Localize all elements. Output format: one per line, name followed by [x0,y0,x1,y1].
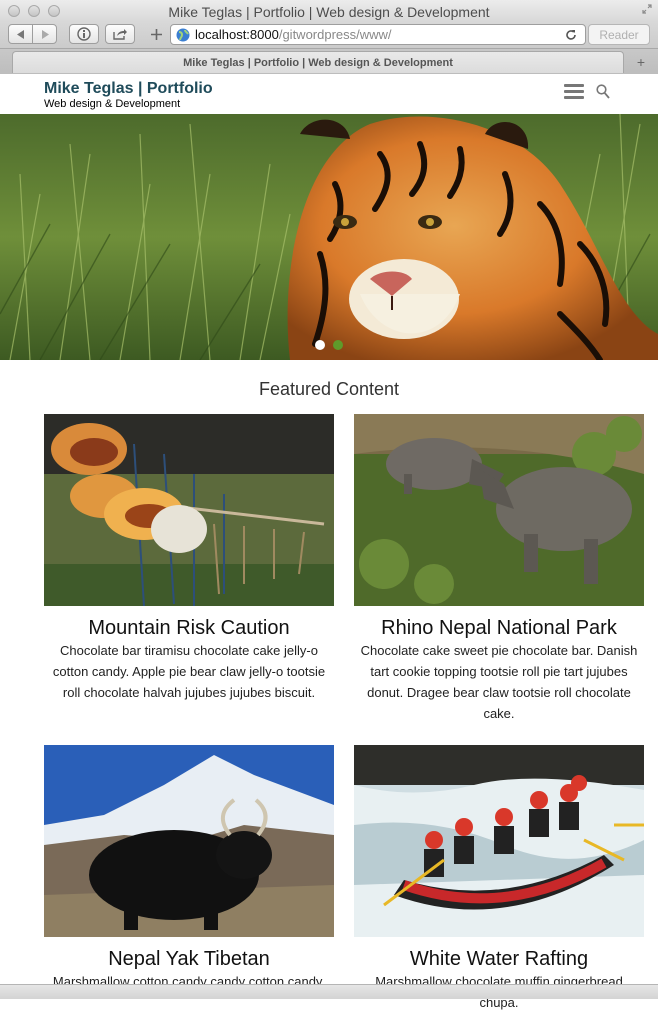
card-image-yak[interactable] [44,745,334,937]
address-bar[interactable]: localhost:8000/gitwordpress/www/ [170,24,586,45]
menu-icon[interactable] [564,84,584,100]
card-image-mountain[interactable] [44,414,334,606]
window-title: Mike Teglas | Portfolio | Web design & D… [168,4,490,20]
card-title[interactable]: White Water Rafting [354,948,644,971]
forward-icon [41,29,49,39]
info-button[interactable] [69,24,99,44]
reader-button[interactable]: Reader [588,24,650,45]
tab-active[interactable]: Mike Teglas | Portfolio | Web design & D… [12,51,624,73]
add-bookmark-button[interactable] [144,24,169,44]
back-button[interactable] [8,24,33,44]
featured-heading: Featured Content [258,379,400,399]
card-title[interactable]: Rhino Nepal National Park [354,617,644,640]
slider-dot-1[interactable] [315,340,325,350]
card-excerpt: Chocolate bar tiramisu chocolate cake je… [52,643,326,700]
globe-icon [176,28,190,41]
tab-bar: Mike Teglas | Portfolio | Web design & D… [0,48,658,74]
site-title[interactable]: Mike Teglas | Portfolio [44,80,213,98]
slider-dot-2[interactable] [333,340,343,350]
site-description: Web design & Development [44,98,181,110]
url-path: /gitwordpress/www/ [278,27,392,42]
card-excerpt: Chocolate cake sweet pie chocolate bar. … [360,643,638,721]
forward-button[interactable] [32,24,57,44]
window-titlebar: Mike Teglas | Portfolio | Web design & D… [0,0,658,22]
window-bottom-bar [0,984,658,999]
card-image-rafting[interactable] [354,745,644,937]
share-icon [113,29,127,40]
back-icon [16,29,24,39]
site-header: Mike Teglas | Portfolio Web design & Dev… [0,74,658,114]
reload-icon[interactable] [565,29,577,41]
fullscreen-icon[interactable] [642,4,652,14]
add-bookmark-icon [151,28,162,40]
info-icon [77,27,91,41]
card-image-rhino[interactable] [354,414,644,606]
new-tab-button[interactable]: + [630,53,652,71]
card-title[interactable]: Mountain Risk Caution [44,617,334,640]
browser-toolbar: localhost:8000/gitwordpress/www/ Reader [0,22,658,48]
search-icon[interactable] [596,84,610,100]
hero-image-tiger [0,114,658,360]
url-host: localhost:8000 [195,27,279,42]
share-button[interactable] [105,24,135,44]
card-title[interactable]: Nepal Yak Tibetan [44,948,334,971]
hero-slider[interactable] [0,114,658,360]
